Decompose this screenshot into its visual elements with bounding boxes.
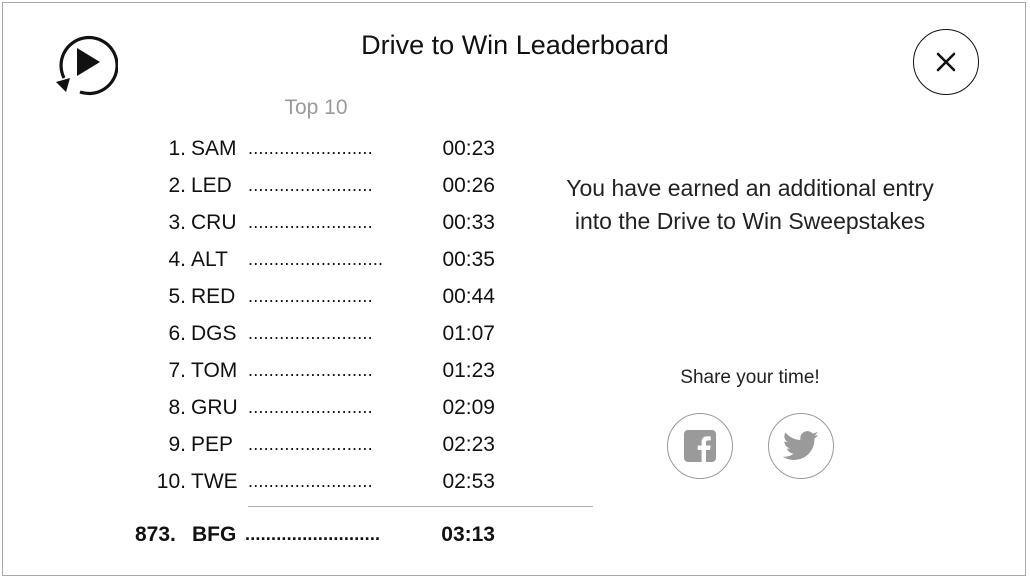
player-name: BFG <box>192 523 237 546</box>
row-name: RED <box>191 285 236 308</box>
leaderboard-row: 8. GRU ........................ 02:09 <box>100 389 500 426</box>
entry-message-line-2: into the Drive to Win Sweepstakes <box>574 208 926 234</box>
entry-message: You have earned an additional entry into… <box>540 172 960 238</box>
leaderboard-row: 1. SAM ........................ 00:23 <box>100 130 500 167</box>
twitter-icon <box>783 431 819 460</box>
row-rank: 2. <box>168 174 186 197</box>
close-button[interactable] <box>913 29 979 95</box>
close-icon <box>936 52 956 72</box>
row-time: 02:23 <box>442 433 495 456</box>
entry-message-line-1: You have earned an additional entry <box>566 175 934 201</box>
row-rank: 6. <box>168 322 186 345</box>
player-time: 03:13 <box>441 523 495 546</box>
row-rank: 5. <box>168 285 186 308</box>
leaderboard-list: 1. SAM ........................ 00:23 2.… <box>100 130 593 546</box>
row-name: DGS <box>191 322 237 345</box>
row-name: TOM <box>191 359 238 382</box>
row-time: 01:07 <box>442 322 495 345</box>
row-time: 00:35 <box>442 248 495 271</box>
row-name: CRU <box>191 211 237 234</box>
facebook-icon <box>684 430 716 463</box>
page-title: Drive to Win Leaderboard <box>361 30 669 60</box>
row-rank: 8. <box>168 396 186 419</box>
leaderboard-row: 4. ALT .......................... 00:35 <box>100 241 500 278</box>
leaderboard-row: 10. TWE ........................ 02:53 <box>100 463 500 500</box>
row-time: 02:53 <box>442 470 495 493</box>
row-name: ALT <box>191 248 228 271</box>
row-rank: 7. <box>168 359 186 382</box>
row-time: 00:33 <box>442 211 495 234</box>
player-row: 873. BFG .......................... 03:1… <box>100 516 500 553</box>
share-label: Share your time! <box>680 367 820 388</box>
divider <box>248 506 593 507</box>
row-time: 00:23 <box>442 137 495 160</box>
row-rank: 1. <box>168 137 186 160</box>
leaderboard-row: 7. TOM ........................ 01:23 <box>100 352 500 389</box>
row-name: PEP <box>191 433 234 456</box>
row-time: 00:44 <box>442 285 495 308</box>
leaderboard-row: 9. PEP ........................ 02:23 <box>100 426 500 463</box>
row-rank: 4. <box>168 248 186 271</box>
row-rank: 9. <box>168 433 186 456</box>
leaderboard-row: 2. LED ........................ 00:26 <box>100 167 500 204</box>
row-rank: 10. <box>156 470 186 493</box>
leaderboard-row: 6. DGS ........................ 01:07 <box>100 315 500 352</box>
leaderboard-row: 5. RED ........................ 00:44 <box>100 278 500 315</box>
twitter-share-button[interactable] <box>768 413 834 479</box>
facebook-share-button[interactable] <box>667 413 733 479</box>
row-name: TWE <box>191 470 238 493</box>
row-rank: 3. <box>168 211 186 234</box>
leaderboard-row: 3. CRU ........................ 00:33 <box>100 204 500 241</box>
row-name: GRU <box>191 396 238 419</box>
row-name: LED <box>191 174 232 197</box>
row-time: 00:26 <box>442 174 495 197</box>
top-10-label: Top 10 <box>284 96 348 119</box>
row-name: SAM <box>191 137 237 160</box>
row-time: 02:09 <box>442 396 495 419</box>
row-time: 01:23 <box>442 359 495 382</box>
